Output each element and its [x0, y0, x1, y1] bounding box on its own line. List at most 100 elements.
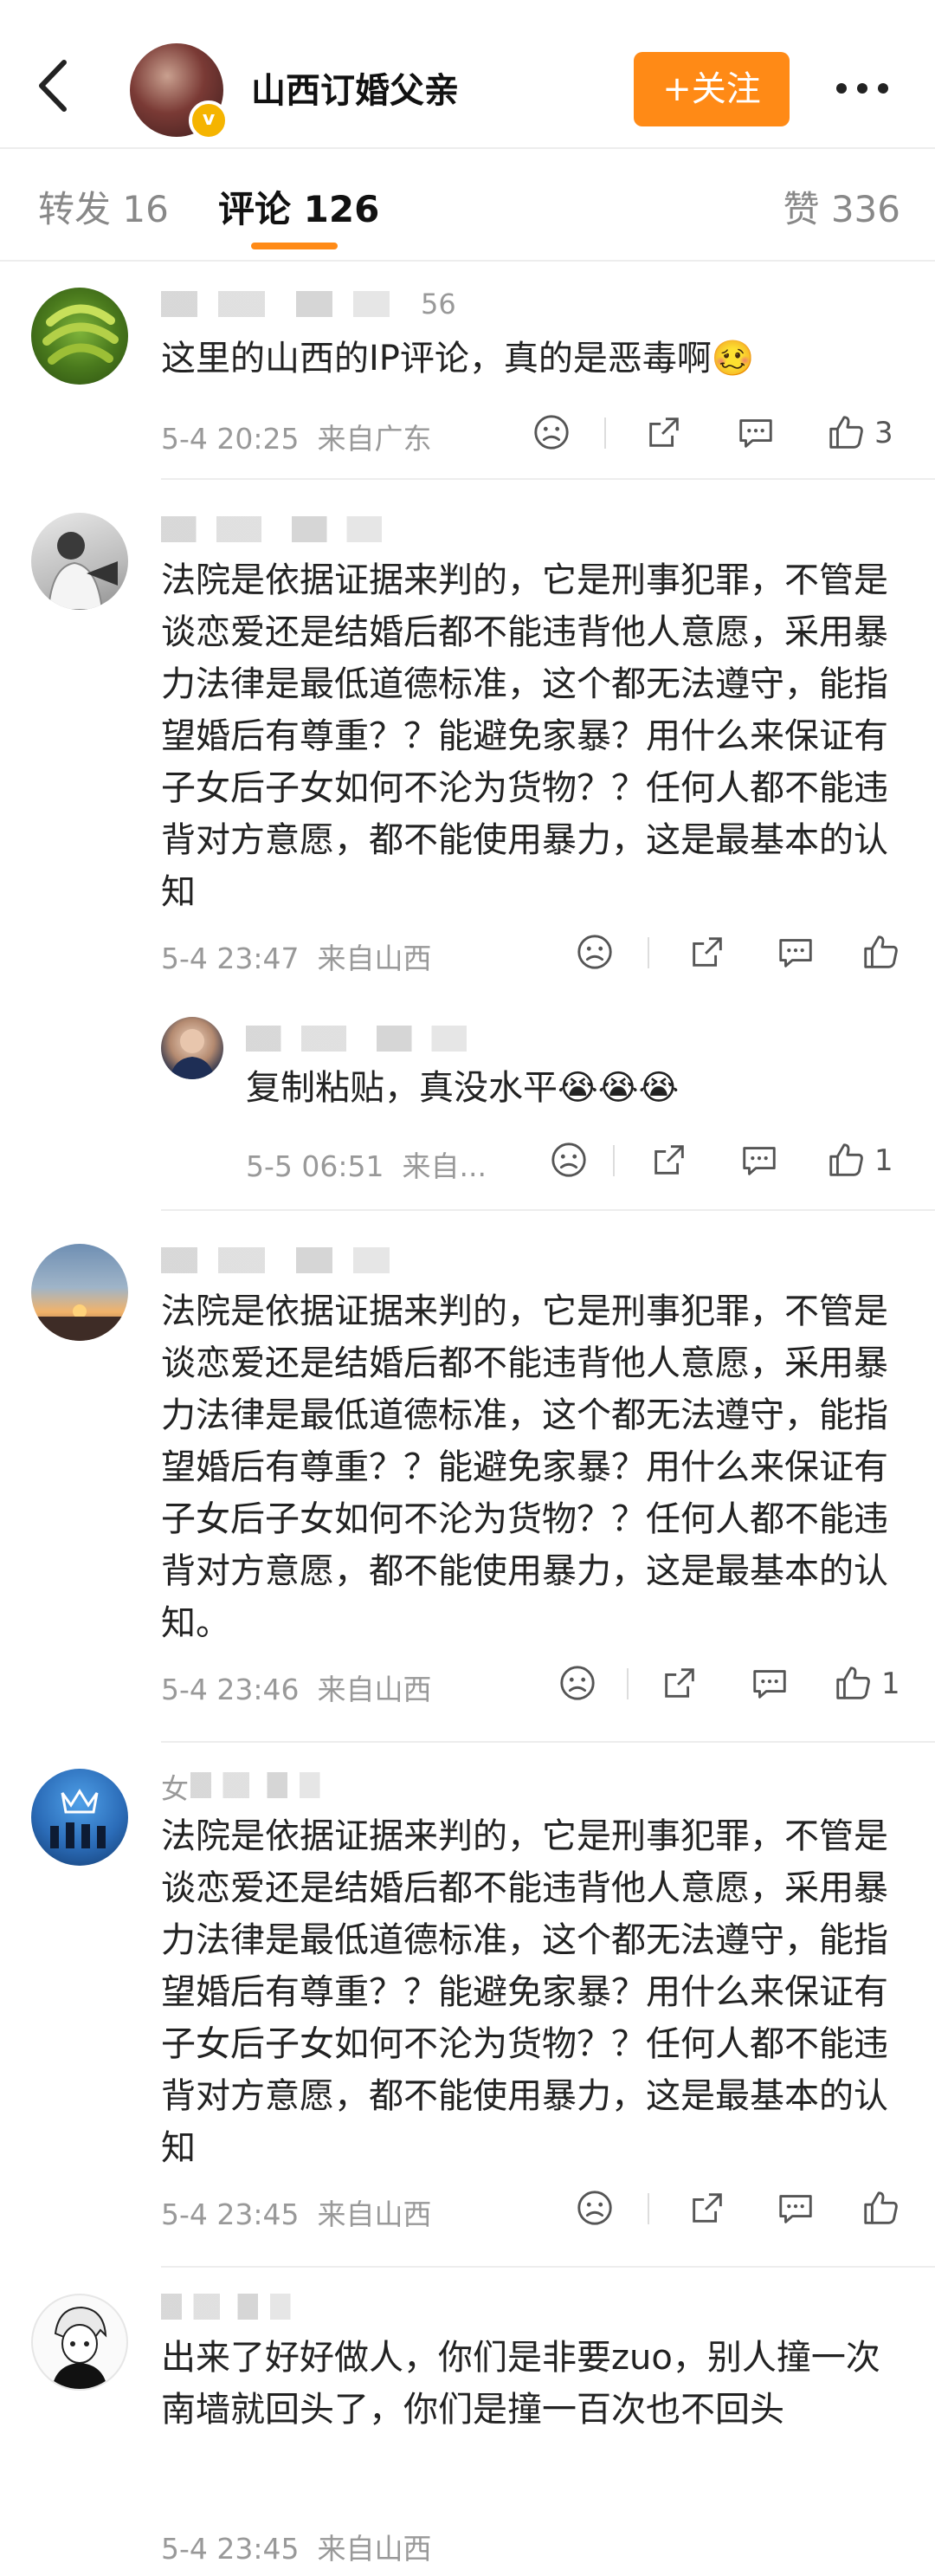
comment-meta: 5-4 23:46 来自山西	[161, 1667, 431, 1708]
comment-text: 这里的山西的IP评论，真的是恶毒啊🥴	[161, 339, 755, 379]
thumbs-up-icon	[836, 1667, 870, 1699]
comment-source: 来自山西	[317, 942, 432, 975]
divider	[161, 478, 935, 480]
comment-time: 5-4 20:25	[161, 422, 300, 456]
like-button[interactable]: 1	[826, 1135, 904, 1187]
share-button[interactable]	[649, 1135, 689, 1187]
like-button[interactable]	[861, 927, 904, 979]
commenter-avatar[interactable]	[31, 513, 128, 610]
commenter-name-partial: 女	[161, 1772, 190, 1805]
comment-source: 来自山西	[317, 1673, 432, 1706]
share-icon	[693, 937, 722, 967]
verified-badge-icon: v	[189, 100, 229, 140]
reply-button[interactable]	[776, 927, 816, 979]
share-button[interactable]	[644, 407, 684, 459]
dislike-button[interactable]	[575, 927, 615, 979]
commenter-name-redacted[interactable]	[161, 516, 412, 542]
tab-likes[interactable]: 赞 336	[783, 180, 900, 233]
comment-actions	[575, 927, 904, 979]
comment-source: 来自广东	[317, 422, 432, 456]
comment-meta: 5-4 23:47 来自山西	[161, 935, 431, 977]
divider	[161, 1209, 935, 1211]
comment-actions: 1	[558, 1658, 904, 1710]
replier-avatar[interactable]	[161, 1017, 223, 1079]
commenter-name-redacted[interactable]	[161, 1247, 421, 1273]
dot-icon	[836, 83, 847, 94]
reply-button[interactable]	[750, 1658, 790, 1710]
commenter-avatar[interactable]	[31, 2294, 128, 2391]
commenter-name-redacted[interactable]	[161, 2294, 308, 2320]
anime-character-icon	[52, 2306, 107, 2389]
tab-comments[interactable]: 评论 126	[218, 180, 379, 233]
frown-face-icon	[577, 2191, 612, 2225]
commenter-avatar[interactable]	[31, 288, 128, 385]
divider	[161, 2266, 935, 2268]
banana-image-icon	[42, 304, 119, 365]
reply-time: 5-5 06:51	[246, 1149, 384, 1183]
dislike-button[interactable]	[558, 1658, 597, 1710]
like-button[interactable]: 3	[826, 407, 904, 459]
comment-meta: 5-4 20:25 来自广东	[161, 416, 431, 457]
comment-time: 5-4 23:47	[161, 942, 300, 975]
tab-reposts[interactable]: 转发 16	[38, 180, 169, 233]
like-button[interactable]: 1	[833, 1658, 904, 1710]
separator	[604, 417, 606, 449]
active-tab-indicator	[251, 243, 338, 249]
separator	[613, 1145, 615, 1176]
share-button[interactable]	[687, 927, 727, 979]
separator	[627, 1668, 629, 1699]
comment-item: 法院是依据证据来判的，它是刑事犯罪，不管是谈恋爱还是结婚后都不能违背他人意愿，采…	[0, 502, 935, 1005]
dislike-button[interactable]	[575, 2183, 615, 2235]
comment-source: 来自山西	[317, 2197, 432, 2231]
sunset-image-icon	[31, 1304, 128, 1341]
replier-name-redacted[interactable]	[246, 1026, 497, 1052]
separator	[648, 937, 649, 968]
frown-face-icon	[534, 415, 569, 450]
commenter-avatar[interactable]	[31, 1769, 128, 1866]
comment-bubble-icon	[753, 1670, 786, 1699]
comment-item: 56 这里的山西的IP评论，真的是恶毒啊🥴 5-4 20:25 来自广东 3	[0, 277, 935, 476]
reply-item: 复制粘贴，真没水平😭😭😭 5-5 06:51 来自... 1	[0, 1013, 935, 1195]
share-button[interactable]	[660, 1658, 700, 1710]
reply-button[interactable]	[776, 2183, 816, 2235]
comment-time: 5-4 23:45	[161, 2197, 300, 2231]
like-count: 3	[874, 416, 893, 450]
more-options-button[interactable]	[828, 69, 897, 104]
like-button[interactable]	[861, 2183, 904, 2235]
comment-bubble-icon	[739, 419, 772, 448]
back-button[interactable]	[31, 55, 74, 116]
reply-button[interactable]	[739, 1135, 779, 1187]
reply-button[interactable]	[736, 407, 776, 459]
frown-face-icon	[577, 935, 612, 969]
comment-source: 来自山西	[317, 2532, 432, 2566]
comment-text: 法院是依据证据来判的，它是刑事犯罪，不管是谈恋爱还是结婚后都不能违背他人意愿，采…	[161, 1291, 888, 1643]
reply-meta: 5-5 06:51 来自...	[246, 1143, 487, 1185]
person-photo-icon	[47, 532, 118, 610]
comment-item: 女 法院是依据证据来判的，它是刑事犯罪，不管是谈恋爱还是结婚后都不能违背他人意愿…	[0, 1758, 935, 2261]
follow-button[interactable]: +关注	[634, 52, 790, 126]
like-count: 1	[881, 1667, 900, 1701]
profile-avatar[interactable]: v	[130, 43, 229, 140]
comment-meta: 5-4 23:45 来自山西	[161, 2191, 431, 2233]
commenter-name-redacted[interactable]	[161, 291, 421, 317]
like-count: 1	[874, 1143, 893, 1178]
reply-text: 复制粘贴，真没水平😭😭😭	[246, 1068, 680, 1108]
thumbs-up-icon	[829, 416, 863, 449]
dislike-button[interactable]	[532, 407, 571, 459]
commenter-name-redacted[interactable]	[190, 1772, 338, 1798]
commenter-avatar[interactable]	[31, 1244, 128, 1341]
dislike-button[interactable]	[549, 1135, 589, 1187]
divider	[0, 260, 935, 262]
share-icon	[693, 2193, 722, 2223]
share-button[interactable]	[687, 2183, 727, 2235]
comment-time: 5-4 23:45	[161, 2532, 300, 2566]
share-icon	[654, 1145, 684, 1175]
comment-time: 5-4 23:46	[161, 1673, 300, 1706]
dot-icon	[857, 83, 867, 94]
share-icon	[649, 417, 679, 447]
comment-bubble-icon	[779, 939, 812, 968]
group-logo-icon	[50, 1789, 106, 1848]
commenter-name-partial: 56	[421, 288, 456, 320]
comment-bubble-icon	[779, 2195, 812, 2223]
thumbs-up-icon	[864, 2191, 898, 2224]
